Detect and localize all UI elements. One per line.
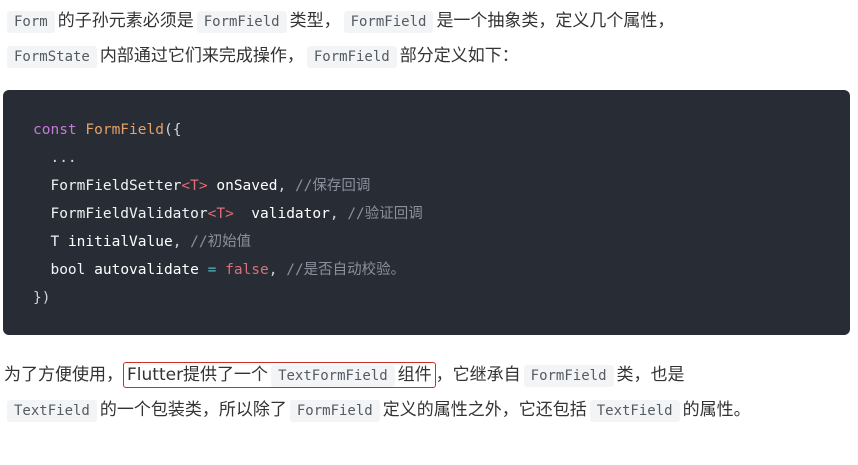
paragraph-text: Flutter提供了一个 bbox=[127, 365, 269, 385]
paragraph-text: 的子孙元素必须是 bbox=[57, 11, 194, 31]
inline-code: TextField bbox=[7, 400, 97, 422]
code-identifier: initialValue bbox=[67, 234, 173, 250]
paragraph-text: 组件 bbox=[397, 365, 432, 385]
code-comment: //验证回调 bbox=[347, 206, 423, 222]
paragraph-text: 类，也是 bbox=[616, 365, 685, 385]
highlighted-phrase: Flutter提供了一个 TextFormField 组件 bbox=[123, 362, 436, 388]
paragraph-text: 类型， bbox=[289, 11, 341, 31]
code-type: bool bbox=[50, 262, 86, 278]
paragraph-text: 定义的属性之外，它还包括 bbox=[382, 400, 587, 420]
code-boolean: false bbox=[225, 262, 269, 278]
intro-paragraph: Form 的子孙元素必须是 FormField 类型， FormField 是一个抽象类，… bbox=[4, 4, 844, 74]
code-type: FormFieldSetter bbox=[50, 178, 182, 194]
paragraph-text: 是一个抽象类，定义几个属性， bbox=[436, 11, 675, 31]
code-identifier: onSaved bbox=[216, 178, 278, 194]
inline-code: TextField bbox=[589, 400, 680, 422]
inline-code: Form bbox=[7, 11, 55, 33]
paragraph-text: ，它继承自 bbox=[435, 365, 521, 385]
inline-code: TextFormField bbox=[271, 365, 395, 387]
paragraph-text: 为了方便使用， bbox=[4, 365, 123, 385]
code-content: const FormField({ ... FormFieldSetter<T>… bbox=[33, 122, 423, 306]
textformfield-paragraph: 为了方便使用， Flutter提供了一个 TextFormField 组件 ，它继承自 F… bbox=[4, 358, 844, 428]
code-comment: //保存回调 bbox=[294, 178, 371, 194]
inline-code: FormField bbox=[523, 365, 614, 387]
code-generic: <T> bbox=[181, 178, 208, 194]
code-punctuation: }) bbox=[33, 290, 51, 306]
inline-code: FormField bbox=[289, 400, 380, 422]
inline-code: FormField bbox=[196, 11, 287, 33]
code-keyword: const bbox=[33, 122, 77, 138]
code-ellipsis: ... bbox=[50, 150, 77, 166]
code-type: T bbox=[50, 234, 60, 250]
code-comment: //是否自动校验。 bbox=[286, 262, 406, 278]
inline-code: FormState bbox=[7, 46, 97, 68]
code-identifier: autovalidate bbox=[94, 262, 199, 278]
inline-code: FormField bbox=[343, 11, 434, 33]
paragraph-text: 的属性。 bbox=[682, 400, 751, 420]
code-operator: = bbox=[207, 262, 217, 278]
paragraph-text: 内部通过它们来完成操作， bbox=[99, 46, 304, 66]
code-punctuation: ({ bbox=[163, 122, 182, 138]
paragraph-text: 部分定义如下： bbox=[399, 46, 519, 66]
code-block: const FormField({ ... FormFieldSetter<T>… bbox=[3, 90, 850, 335]
inline-code: FormField bbox=[306, 46, 397, 68]
paragraph-text: 的一个包装类，所以除了 bbox=[99, 400, 287, 420]
code-comment: //初始值 bbox=[190, 234, 252, 250]
code-type: FormFieldValidator bbox=[50, 206, 208, 222]
code-generic: <T> bbox=[207, 206, 234, 222]
code-identifier: validator bbox=[251, 206, 330, 222]
code-class-name: FormField bbox=[85, 122, 164, 138]
